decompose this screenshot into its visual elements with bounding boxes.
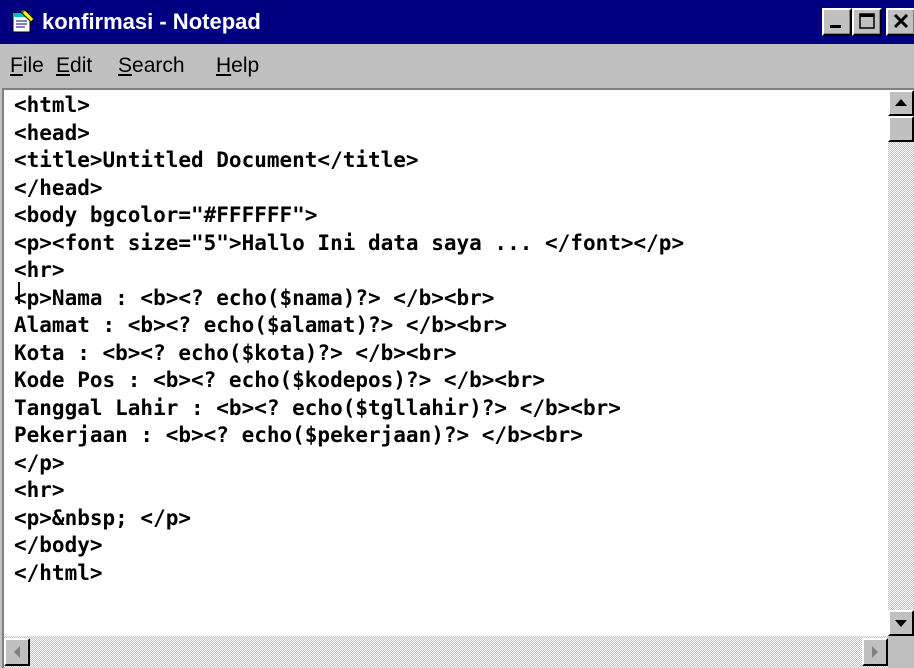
- code-line[interactable]: <p>&nbsp; </p>: [14, 505, 884, 533]
- menu-file-label: ile: [22, 54, 44, 77]
- menu-help[interactable]: Help: [216, 52, 259, 80]
- code-line[interactable]: </body>: [14, 532, 884, 560]
- menu-help-label: elp: [231, 54, 260, 77]
- scroll-up-arrow-icon: [895, 99, 907, 106]
- maximize-icon: [859, 13, 875, 29]
- code-line[interactable]: <html>: [14, 92, 884, 120]
- code-line[interactable]: </p>: [14, 450, 884, 478]
- menu-search[interactable]: Search: [118, 52, 185, 80]
- notepad-window: konfirmasi - Notepad File Edit Search He…: [0, 0, 914, 668]
- scroll-down-arrow-icon: [895, 620, 907, 627]
- code-line[interactable]: <title>Untitled Document</title>: [14, 147, 884, 175]
- code-line[interactable]: Tanggal Lahir : <b><? echo($tgllahir)?> …: [14, 395, 884, 423]
- menu-edit-access-key: E: [56, 54, 71, 77]
- scroll-right-button[interactable]: [862, 638, 888, 666]
- menu-file-access-key: F: [10, 54, 23, 77]
- menu-file[interactable]: File: [10, 52, 44, 80]
- minimize-button[interactable]: [822, 8, 852, 36]
- editor-content[interactable]: <html> <head> <title>Untitled Document</ti…: [14, 92, 884, 587]
- code-line[interactable]: <body bgcolor="#FFFFFF">: [14, 202, 884, 230]
- vertical-scrollbar[interactable]: [888, 90, 914, 636]
- scroll-down-button[interactable]: [888, 610, 914, 636]
- menu-edit-label: dit: [70, 54, 93, 77]
- code-line[interactable]: Kota : <b><? echo($kota)?> </b><br>: [14, 340, 884, 368]
- scroll-right-arrow-icon: [872, 646, 878, 658]
- code-line[interactable]: Kode Pos : <b><? echo($kodepos)?> </b><b…: [14, 367, 884, 395]
- code-line[interactable]: </head>: [14, 175, 884, 203]
- vertical-scroll-thumb[interactable]: [888, 116, 914, 142]
- menu-search-label: earch: [132, 54, 185, 77]
- scroll-up-button[interactable]: [888, 90, 914, 116]
- text-caret: [18, 282, 20, 304]
- code-line[interactable]: Pekerjaan : <b><? echo($pekerjaan)?> </b…: [14, 422, 884, 450]
- code-line[interactable]: <p><font size="5">Hallo Ini data saya ..…: [14, 230, 884, 258]
- close-button[interactable]: [886, 8, 914, 36]
- menu-bar: File Edit Search Help: [0, 44, 914, 88]
- code-line[interactable]: <p>Nama : <b><? echo($nama)?> </b><br>: [14, 285, 884, 313]
- code-line[interactable]: Alamat : <b><? echo($alamat)?> </b><br>: [14, 312, 884, 340]
- window-title: konfirmasi - Notepad: [42, 9, 261, 34]
- size-grip[interactable]: [888, 636, 914, 668]
- scroll-left-arrow-icon: [14, 646, 20, 658]
- menu-help-access-key: H: [216, 54, 232, 77]
- horizontal-scrollbar[interactable]: [4, 636, 888, 668]
- scroll-left-button[interactable]: [4, 638, 30, 666]
- close-icon: [893, 13, 909, 29]
- code-line[interactable]: </html>: [14, 560, 884, 588]
- minimize-icon: [830, 25, 841, 28]
- menu-edit[interactable]: Edit: [56, 52, 92, 80]
- code-line[interactable]: <hr>: [14, 257, 884, 285]
- menu-search-access-key: S: [118, 54, 133, 77]
- text-editor[interactable]: <html> <head> <title>Untitled Document</ti…: [4, 90, 888, 636]
- code-line[interactable]: <head>: [14, 120, 884, 148]
- code-line[interactable]: <hr>: [14, 477, 884, 505]
- maximize-button[interactable]: [852, 8, 882, 36]
- notepad-icon[interactable]: [10, 8, 36, 34]
- title-bar[interactable]: konfirmasi - Notepad: [0, 0, 914, 44]
